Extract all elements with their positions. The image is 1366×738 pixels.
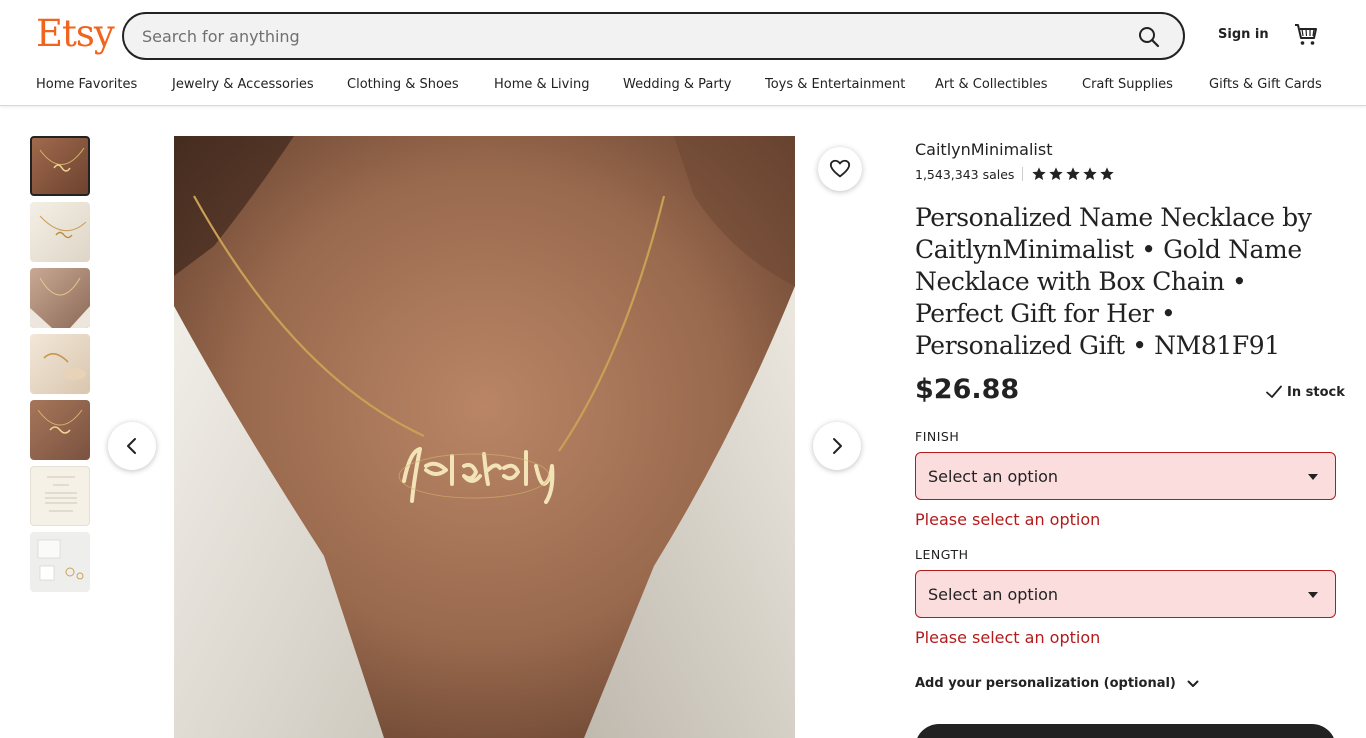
nav-item-clothing[interactable]: Clothing & Shoes	[347, 77, 459, 92]
listing-title: Personalized Name Necklace by CaitlynMin…	[915, 203, 1312, 360]
thumbnail[interactable]	[30, 202, 90, 262]
cart-icon[interactable]	[1293, 22, 1319, 48]
sales-count: 1,543,343 sales	[915, 166, 1015, 182]
nav-item-jewelry[interactable]: Jewelry & Accessories	[172, 77, 314, 92]
nav-item-gifts[interactable]: Gifts & Gift Cards	[1209, 77, 1322, 92]
shop-stats: 1,543,343 sales	[915, 165, 1115, 183]
star-icon	[1100, 167, 1115, 180]
shop-name-link[interactable]: CaitlynMinimalist	[915, 140, 1052, 159]
thumbnail[interactable]	[30, 466, 90, 526]
finish-select-value: Select an option	[928, 467, 1059, 486]
nav-item-home-living[interactable]: Home & Living	[494, 77, 589, 92]
star-icon	[1066, 167, 1081, 180]
stock-status: In stock	[1265, 383, 1345, 401]
thumbnail[interactable]	[30, 334, 90, 394]
thumbnail-image	[39, 215, 87, 239]
personalization-toggle[interactable]: Add your personalization (optional)	[915, 676, 1200, 691]
add-to-cart-button[interactable]	[915, 724, 1336, 738]
next-image-button[interactable]	[813, 422, 861, 470]
star-icon	[1049, 167, 1064, 180]
thumbnail-image	[30, 277, 90, 328]
price: $26.88	[915, 374, 1020, 405]
length-select[interactable]: Select an option	[915, 570, 1336, 618]
caret-down-icon	[1308, 474, 1318, 480]
previous-image-button[interactable]	[108, 422, 156, 470]
category-nav: Home Favorites Jewelry & Accessories Clo…	[0, 74, 1366, 96]
chevron-left-icon	[127, 438, 136, 454]
nav-item-home-favorites[interactable]: Home Favorites	[36, 77, 137, 92]
nav-item-wedding[interactable]: Wedding & Party	[623, 77, 731, 92]
search-input[interactable]	[142, 14, 1122, 58]
thumbnail-image	[37, 409, 83, 434]
thumbnail[interactable]	[30, 268, 90, 328]
search-icon[interactable]	[1137, 25, 1161, 49]
personalization-label: Add your personalization (optional)	[915, 676, 1176, 691]
nav-item-toys[interactable]: Toys & Entertainment	[765, 77, 905, 92]
search-bar[interactable]	[122, 12, 1185, 60]
nav-item-art[interactable]: Art & Collectibles	[935, 77, 1047, 92]
star-icon	[1083, 167, 1098, 180]
thumbnail[interactable]	[30, 532, 90, 592]
thumbnail-image	[37, 539, 84, 581]
finish-select[interactable]: Select an option	[915, 452, 1336, 500]
main-product-image	[174, 136, 795, 738]
caret-down-icon	[1308, 592, 1318, 598]
chevron-down-icon	[1187, 680, 1199, 687]
divider	[1022, 167, 1024, 181]
sign-in-link[interactable]: Sign in	[1218, 27, 1269, 42]
nav-item-craft[interactable]: Craft Supplies	[1082, 77, 1173, 92]
heart-icon	[829, 159, 851, 178]
etsy-logo[interactable]: Etsy	[36, 12, 115, 55]
thumbnail-image	[43, 353, 86, 380]
favorite-button[interactable]	[818, 147, 862, 191]
length-error: Please select an option	[915, 628, 1101, 647]
stock-label: In stock	[1287, 384, 1345, 400]
site-header: Etsy Sign in Home Favorites Jewelry & Ac…	[0, 0, 1366, 106]
length-select-value: Select an option	[928, 585, 1059, 604]
length-label: LENGTH	[915, 547, 969, 562]
necklace-photo	[174, 136, 795, 738]
thumbnail-image	[39, 147, 85, 172]
thumbnail[interactable]	[30, 136, 90, 196]
thumbnail-image	[45, 476, 77, 512]
finish-error: Please select an option	[915, 510, 1101, 529]
thumbnail[interactable]	[30, 400, 90, 460]
chevron-right-icon	[833, 438, 842, 454]
finish-label: FINISH	[915, 429, 960, 444]
rating-stars[interactable]	[1031, 166, 1115, 182]
check-icon	[1266, 385, 1282, 398]
star-icon	[1032, 167, 1047, 180]
